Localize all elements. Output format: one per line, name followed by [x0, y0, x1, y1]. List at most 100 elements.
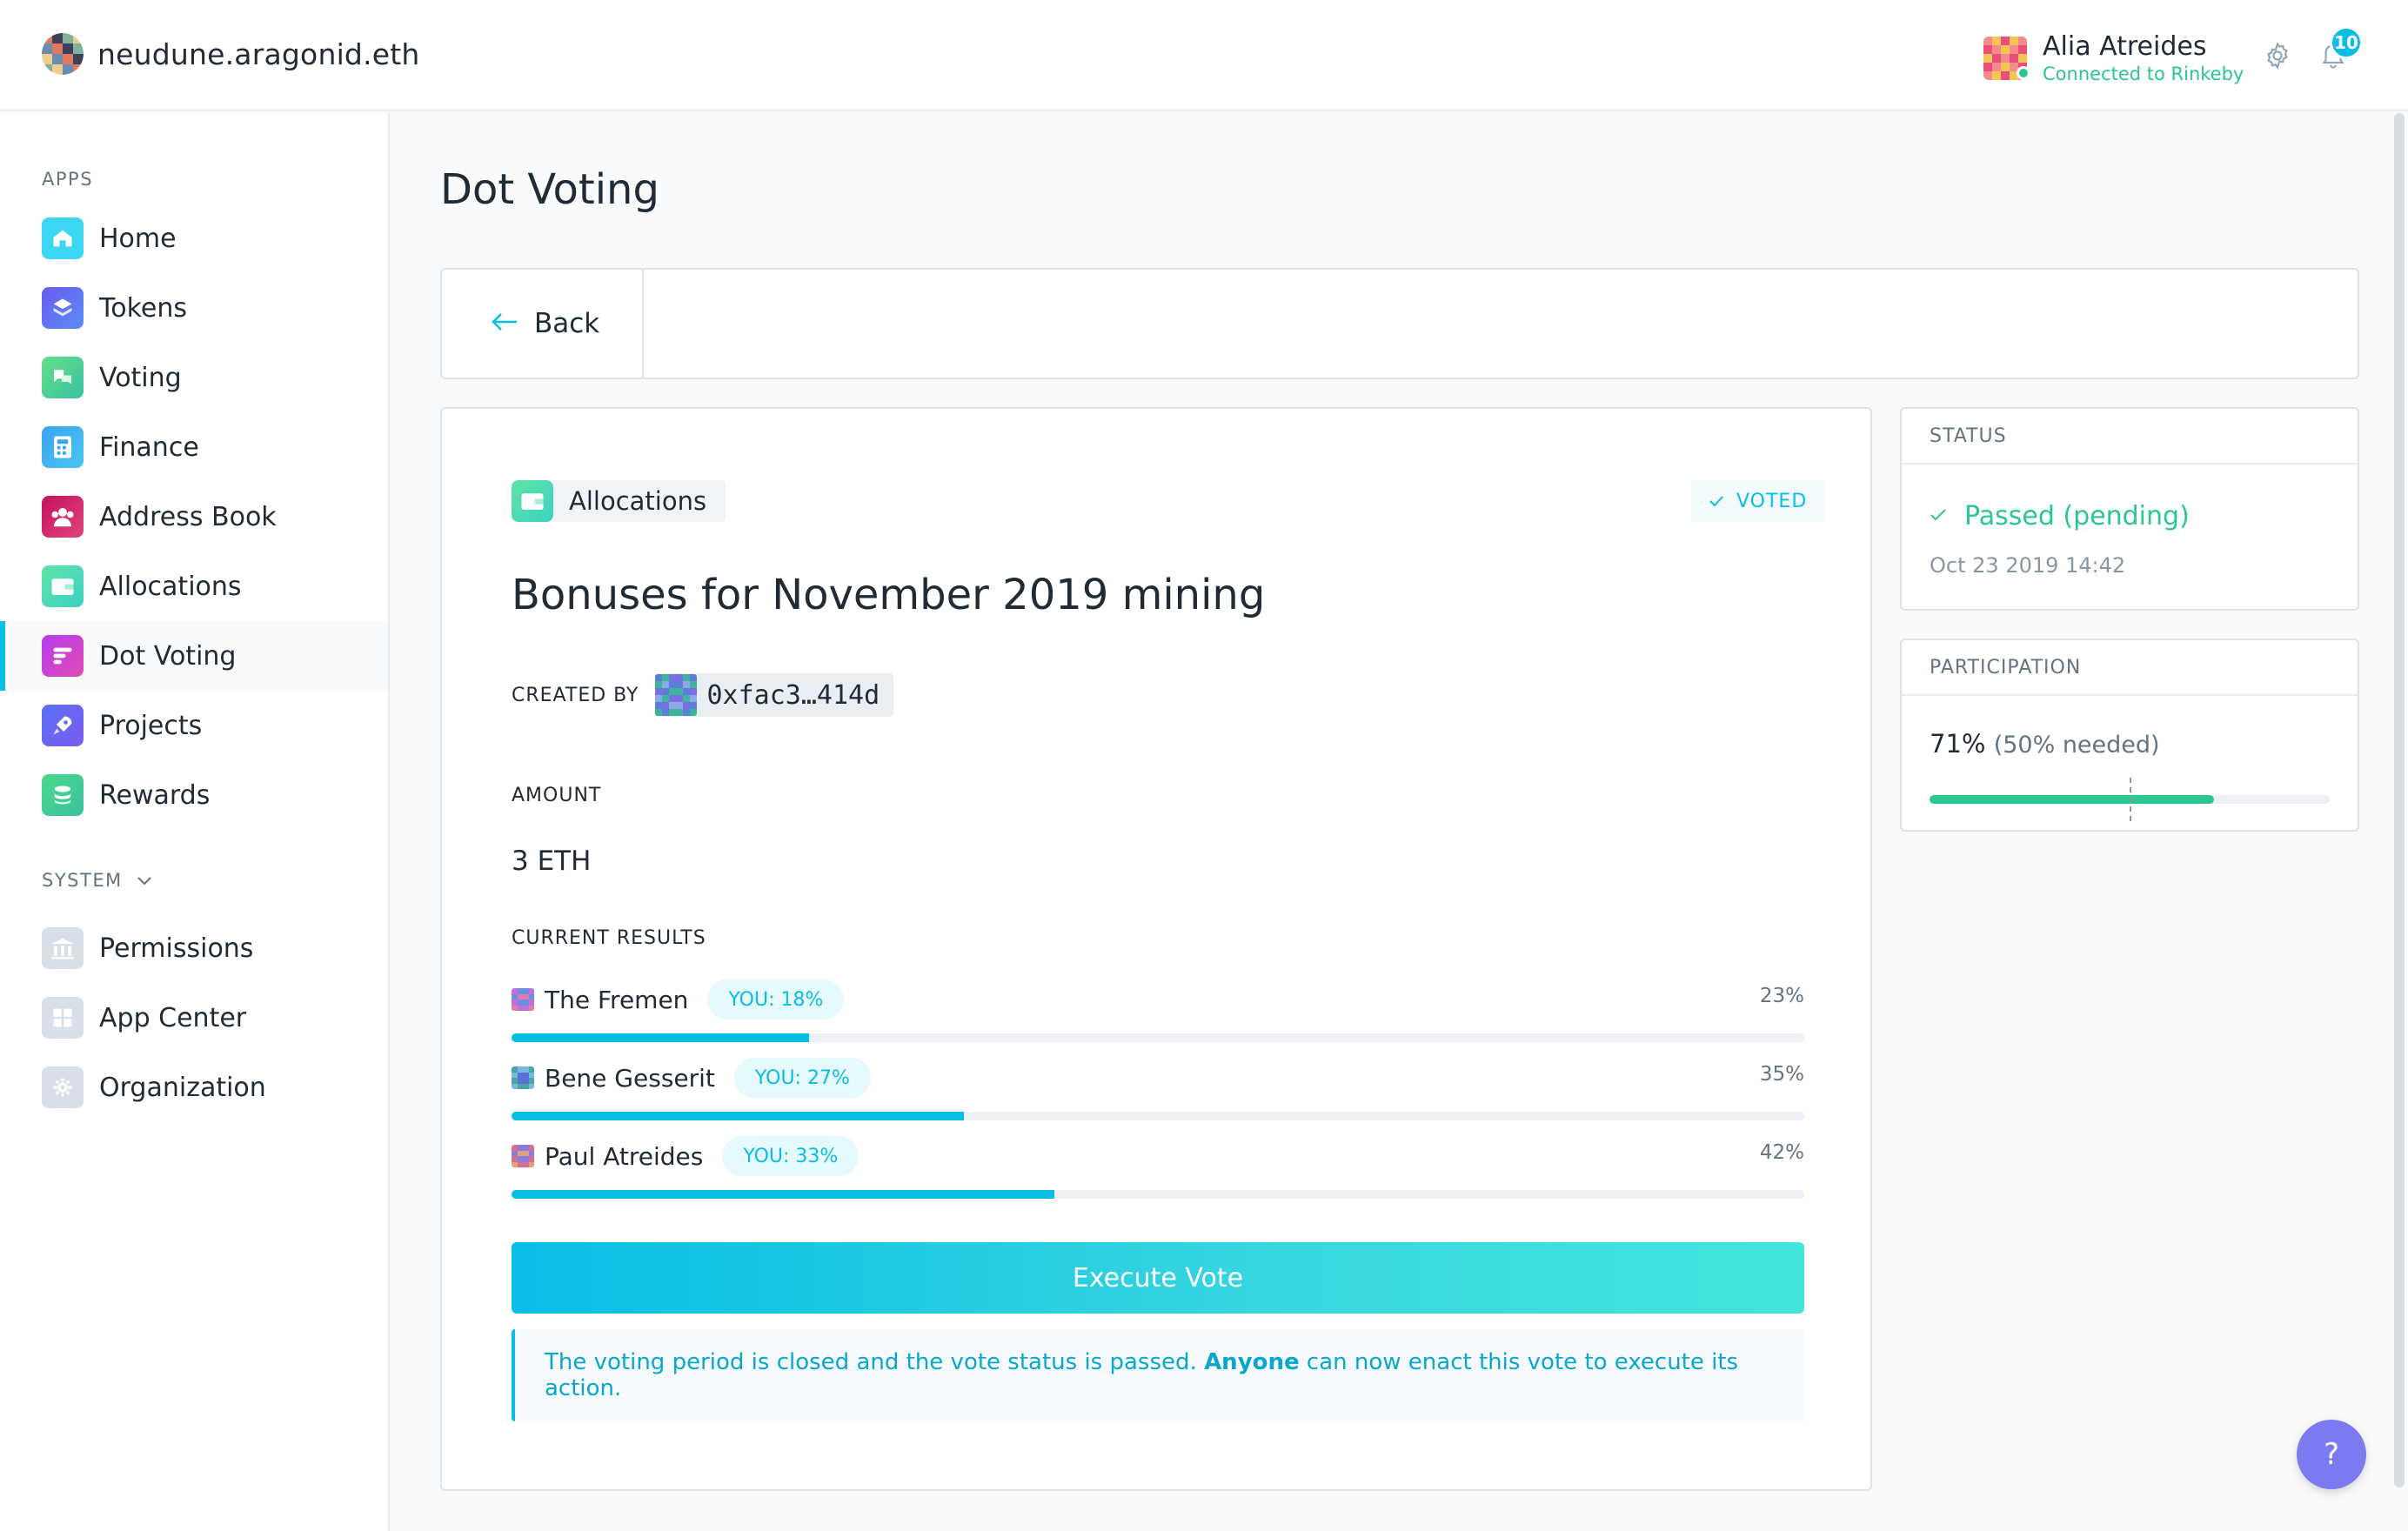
- status-line: Passed (pending): [1930, 501, 2190, 532]
- sidebar-item-label: Permissions: [99, 933, 254, 964]
- sidebar-item-home[interactable]: Home: [0, 204, 388, 273]
- created-by-label: CREATED BY: [512, 684, 639, 706]
- org-switcher[interactable]: neudune.aragonid.eth: [42, 33, 420, 75]
- amount-value: 3 ETH: [512, 846, 592, 877]
- sidebar-item-organization[interactable]: Organization: [0, 1053, 388, 1122]
- org-name: neudune.aragonid.eth: [97, 37, 420, 71]
- page-title: Dot Voting: [440, 165, 659, 214]
- sidebar-item-label: Address Book: [99, 501, 277, 532]
- sidebar-item-permissions[interactable]: Permissions: [0, 913, 388, 983]
- check-icon: [1709, 491, 1724, 512]
- participation-needed: (50% needed): [1993, 732, 2160, 759]
- result-row: Paul Atreides YOU: 33% 42%: [512, 1136, 1804, 1214]
- identicon: [654, 674, 697, 716]
- account-name: Alia Atreides: [2043, 31, 2207, 62]
- sidebar: APPS Home Tokens Voting Finance Address …: [0, 113, 390, 1531]
- identicon: [512, 1066, 534, 1089]
- sidebar-item-label: Voting: [99, 362, 182, 393]
- connection-status-dot: [2017, 66, 2030, 80]
- status-text: Passed (pending): [1964, 501, 2190, 532]
- arrow-left-icon: [491, 312, 518, 335]
- back-bar: Back: [440, 268, 2359, 379]
- sidebar-item-voting[interactable]: Voting: [0, 343, 388, 412]
- back-label: Back: [534, 308, 600, 339]
- back-button[interactable]: Back: [442, 270, 644, 378]
- result-percentage: 23%: [1759, 985, 1804, 1007]
- chevron-down-icon: [137, 870, 152, 891]
- sidebar-item-label: Allocations: [99, 571, 242, 602]
- help-button[interactable]: ?: [2297, 1420, 2366, 1489]
- your-vote-pill: YOU: 33%: [722, 1136, 860, 1176]
- gear-icon[interactable]: [2258, 37, 2297, 75]
- sidebar-item-label: Tokens: [99, 292, 187, 324]
- app-badge-label: Allocations: [569, 486, 707, 516]
- organization-icon: [42, 1066, 84, 1108]
- sidebar-item-label: App Center: [99, 1002, 247, 1033]
- apps-section-label: APPS: [42, 169, 94, 190]
- creator-address: 0xfac3…414d: [706, 679, 880, 711]
- participation-bar-fill: [1930, 795, 2214, 804]
- sidebar-item-dot-voting[interactable]: Dot Voting: [0, 621, 388, 691]
- result-row: The Fremen YOU: 18% 23%: [512, 979, 1804, 1058]
- result-bar-fill: [512, 1033, 809, 1042]
- sidebar-item-address-book[interactable]: Address Book: [0, 482, 388, 552]
- result-bar: [512, 1112, 1804, 1120]
- result-option-name: The Fremen: [545, 985, 689, 1014]
- status-header: STATUS: [1902, 409, 2358, 465]
- participation-bar: [1930, 778, 2330, 821]
- vote-detail-card: Allocations VOTED Bonuses for November 2…: [440, 407, 1872, 1491]
- address-book-icon: [42, 496, 84, 538]
- app-center-icon: [42, 997, 84, 1039]
- sidebar-item-rewards[interactable]: Rewards: [0, 760, 388, 830]
- info-text: The voting period is closed and the vote…: [545, 1349, 1739, 1401]
- sidebar-item-label: Dot Voting: [99, 640, 237, 672]
- scrollbar[interactable]: [2394, 113, 2405, 1488]
- sidebar-item-allocations[interactable]: Allocations: [0, 552, 388, 621]
- allocations-icon: [512, 480, 553, 522]
- app-badge: Allocations: [512, 480, 726, 522]
- voted-label: VOTED: [1736, 490, 1808, 512]
- sidebar-item-app-center[interactable]: App Center: [0, 983, 388, 1053]
- participation-card: PARTICIPATION 71% (50% needed): [1900, 638, 2359, 832]
- result-bar: [512, 1190, 1804, 1199]
- notification-count-badge: 10: [2330, 26, 2363, 59]
- sidebar-item-projects[interactable]: Projects: [0, 691, 388, 760]
- result-percentage: 42%: [1759, 1141, 1804, 1164]
- check-icon: [1930, 508, 1947, 525]
- participation-threshold-marker: [2130, 778, 2131, 821]
- top-bar: neudune.aragonid.eth Alia Atreides Conne…: [0, 0, 2408, 111]
- projects-icon: [42, 705, 84, 746]
- result-bar-fill: [512, 1190, 1055, 1199]
- org-avatar: [42, 33, 84, 75]
- sidebar-item-finance[interactable]: Finance: [0, 412, 388, 482]
- result-option-name: Paul Atreides: [545, 1141, 704, 1171]
- allocations-icon: [42, 565, 84, 607]
- sidebar-item-label: Rewards: [99, 779, 211, 811]
- finance-icon: [42, 426, 84, 468]
- amount-label: AMOUNT: [512, 785, 602, 806]
- result-percentage: 35%: [1759, 1063, 1804, 1086]
- system-section-toggle[interactable]: SYSTEM: [42, 870, 152, 891]
- participation-pct: 71%: [1930, 729, 1986, 759]
- current-results-label: CURRENT RESULTS: [512, 927, 706, 949]
- sidebar-item-tokens[interactable]: Tokens: [0, 273, 388, 343]
- identicon: [512, 988, 534, 1011]
- permissions-icon: [42, 927, 84, 969]
- vote-title: Bonuses for November 2019 mining: [512, 571, 1266, 619]
- result-bar: [512, 1033, 1804, 1042]
- account-network-status: Connected to Rinkeby: [2043, 64, 2244, 84]
- sidebar-item-label: Organization: [99, 1072, 266, 1103]
- voting-icon: [42, 357, 84, 398]
- your-vote-pill: YOU: 18%: [707, 979, 845, 1020]
- identicon: [512, 1145, 534, 1167]
- rewards-icon: [42, 774, 84, 816]
- execute-vote-button[interactable]: Execute Vote: [512, 1242, 1804, 1314]
- home-icon: [42, 217, 84, 259]
- creator-address-badge[interactable]: 0xfac3…414d: [654, 673, 894, 717]
- info-emphasis: Anyone: [1204, 1349, 1300, 1375]
- participation-summary: 71% (50% needed): [1930, 729, 2160, 759]
- result-bar-fill: [512, 1112, 965, 1120]
- sidebar-item-label: Finance: [99, 431, 199, 463]
- voted-badge: VOTED: [1691, 480, 1825, 522]
- result-row: Bene Gesserit YOU: 27% 35%: [512, 1058, 1804, 1136]
